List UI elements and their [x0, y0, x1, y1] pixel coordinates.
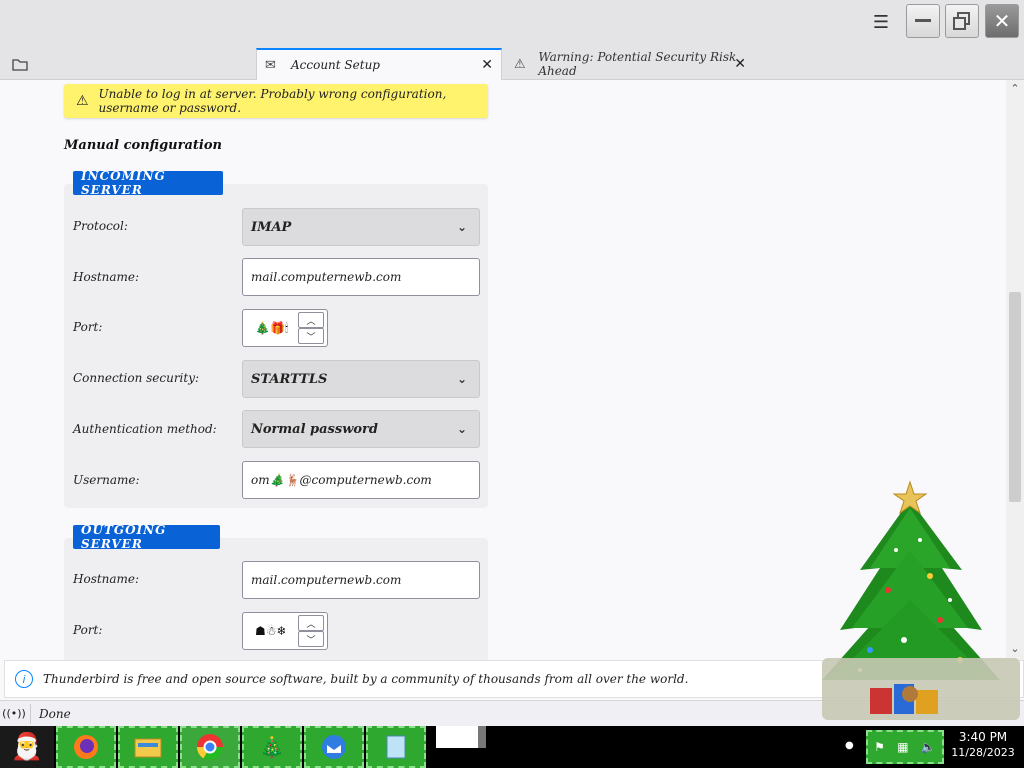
close-icon: ✕ [993, 9, 1011, 33]
gift-boxes-icon [870, 684, 938, 714]
status-separator [30, 703, 31, 724]
firefox-icon [74, 735, 98, 759]
volume-icon[interactable]: 🔈 [921, 740, 936, 754]
tab-bar: ✉ Account Setup ✕ ⚠ Warning: Potential S… [0, 44, 1024, 80]
connection-security-select[interactable]: STARTTLS ⌄ [242, 360, 480, 398]
desktop-clock-widget [822, 658, 1020, 720]
online-status-icon[interactable]: ((•)) [0, 707, 28, 720]
minimize-button[interactable] [906, 4, 940, 38]
spin-down-icon[interactable]: ﹀ [298, 631, 324, 647]
outgoing-port-label: Port: [73, 623, 103, 637]
protocol-value: IMAP [251, 219, 292, 235]
port-label: Port: [73, 320, 103, 334]
chevron-down-icon: ⌄ [456, 220, 467, 234]
port-value: 🎄🎁🕯 [255, 320, 289, 335]
spin-up-icon[interactable]: ︿ [298, 312, 324, 328]
taskbar-divider [478, 726, 486, 748]
incoming-port-stepper[interactable]: 🎄🎁🕯 ︿ ﹀ [242, 309, 328, 347]
incoming-hostname-input[interactable]: mail.computernewb.com [242, 258, 480, 296]
outgoing-hostname-input[interactable]: mail.computernewb.com [242, 561, 480, 599]
notification-text: Thunderbird is free and open source soft… [43, 672, 689, 686]
scroll-down-icon[interactable]: ⌄ [1006, 642, 1024, 655]
taskbar-firefox[interactable] [56, 726, 116, 768]
system-tray: ⚑ ▦ 🔈 [866, 730, 944, 764]
chevron-down-icon: ⌄ [456, 372, 467, 386]
protocol-select[interactable]: IMAP ⌄ [242, 208, 480, 246]
close-button[interactable]: ✕ [985, 4, 1019, 38]
start-button[interactable]: 🎅 [0, 726, 54, 768]
hamburger-menu-icon[interactable]: ☰ [866, 10, 896, 34]
taskbar-chrome[interactable] [180, 726, 240, 768]
restore-icon [953, 12, 970, 30]
tab-label: Warning: Potential Security Risk Ahead [538, 50, 737, 78]
notepad-icon [386, 735, 406, 759]
auth-method-select[interactable]: Normal password ⌄ [242, 410, 480, 448]
taskbar-file-explorer[interactable] [118, 726, 178, 768]
security-value: STARTTLS [251, 371, 328, 387]
hostname-label: Hostname: [73, 270, 140, 284]
incoming-server-label: INCOMING SERVER [73, 169, 223, 197]
title-bar: ☰ ✕ [0, 0, 1024, 44]
warning-icon: ⚠ [76, 93, 89, 109]
tab-security-warning[interactable]: ⚠ Warning: Potential Security Risk Ahead… [506, 48, 756, 80]
clock-date: 11/28/2023 [951, 746, 1015, 759]
chevron-down-icon: ⌄ [456, 422, 467, 436]
taskbar: 🎅 🎄 ● ⚑ ▦ 🔈 3:40 PM 11/28/2023 [0, 726, 1024, 768]
status-text: Done [39, 706, 71, 721]
username-input[interactable]: om🎄🦌@computernewb.com [242, 461, 480, 499]
spin-up-icon[interactable]: ︿ [298, 615, 324, 631]
taskbar-clock[interactable]: 3:40 PM 11/28/2023 [944, 730, 1022, 759]
chrome-icon [196, 734, 224, 761]
auth-method-label: Authentication method: [73, 422, 217, 436]
error-banner-text: Unable to log in at server. Probably wro… [98, 87, 447, 115]
taskbar-thunderbird[interactable] [304, 726, 364, 768]
protocol-label: Protocol: [73, 219, 128, 233]
tab-label: Account Setup [291, 58, 380, 72]
account-setup-content: ⚠ Unable to log in at server. Probably w… [0, 80, 1006, 660]
restore-button[interactable] [945, 4, 979, 38]
vertical-scrollbar[interactable]: ⌃ ⌄ [1006, 80, 1024, 660]
outgoing-server-label: OUTGOING SERVER [73, 523, 220, 551]
scrollbar-thumb[interactable] [1009, 292, 1021, 502]
tab-close-icon[interactable]: ✕ [734, 56, 746, 72]
tree-icon: 🎄 [259, 735, 285, 759]
taskbar-blank-button[interactable] [436, 726, 478, 748]
folder-icon [134, 738, 162, 758]
outgoing-hostname-label: Hostname: [73, 572, 140, 586]
santa-icon: 🎅 [10, 732, 44, 762]
tray-overflow-icon[interactable]: ● [845, 740, 854, 751]
outgoing-port-stepper[interactable]: ☗☃❄ ︿ ﹀ [242, 612, 328, 650]
clock-time: 3:40 PM [958, 730, 1008, 744]
minimize-icon [915, 19, 931, 22]
spin-down-icon[interactable]: ﹀ [298, 328, 324, 344]
error-banner: ⚠ Unable to log in at server. Probably w… [64, 84, 488, 118]
username-label: Username: [73, 473, 140, 487]
scroll-up-icon[interactable]: ⌃ [1006, 82, 1024, 95]
connection-security-label: Connection security: [73, 371, 200, 385]
auth-value: Normal password [251, 421, 378, 437]
flag-icon[interactable]: ⚑ [874, 740, 885, 754]
manual-config-title: Manual configuration [64, 138, 222, 153]
tab-folders[interactable] [0, 48, 255, 80]
tab-close-icon[interactable]: ✕ [481, 57, 493, 73]
taskbar-christmas-tree[interactable]: 🎄 [242, 726, 302, 768]
warning-icon: ⚠ [514, 56, 526, 72]
tab-account-setup[interactable]: ✉ Account Setup ✕ [256, 48, 502, 80]
mail-icon: ✉ [265, 57, 276, 73]
thunderbird-icon [322, 735, 346, 759]
taskbar-notepad[interactable] [366, 726, 426, 768]
info-icon: i [15, 670, 33, 688]
network-icon[interactable]: ▦ [897, 740, 908, 754]
folder-icon [12, 59, 28, 71]
port-value: ☗☃❄ [255, 624, 287, 638]
